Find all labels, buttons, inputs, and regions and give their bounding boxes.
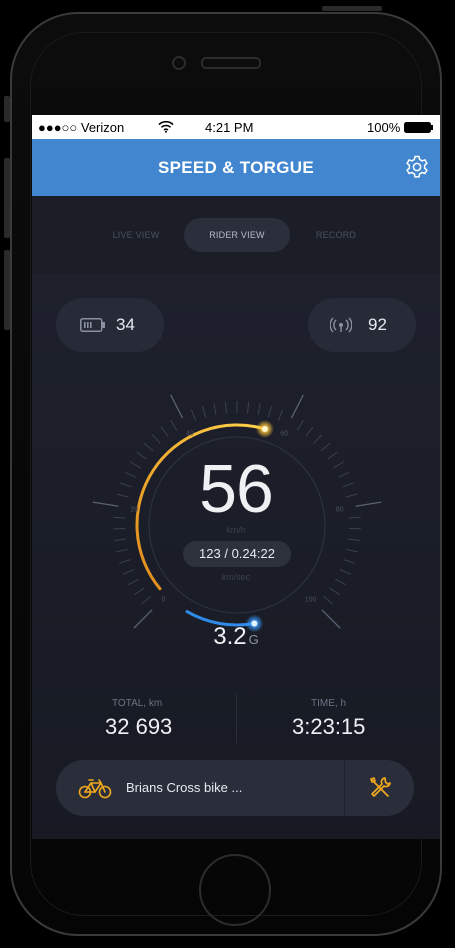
- gauge-minor-tick: [190, 409, 197, 422]
- gauge-minor-tick: [322, 596, 333, 605]
- gauge-major-tick: [170, 394, 184, 419]
- gauge-minor-tick: [213, 403, 217, 416]
- signal-pill[interactable]: 92: [308, 298, 416, 352]
- gauge-minor-tick: [224, 401, 227, 414]
- stats-divider: [236, 693, 237, 743]
- status-bar: ●●●○○ Verizon 4:21 PM 100%: [32, 115, 440, 139]
- gauge-minor-tick: [267, 405, 273, 418]
- gauge-minor-tick: [257, 403, 261, 416]
- gauge-minor-tick: [141, 596, 152, 605]
- battery-percent: 100%: [367, 120, 401, 135]
- gauge-major-tick: [290, 394, 304, 419]
- gauge-minor-tick: [329, 587, 340, 596]
- gauge-minor-tick: [343, 559, 356, 564]
- speed-indicator: [261, 425, 268, 432]
- battery-value: 34: [116, 315, 135, 334]
- distance-time-readout: 123 / 0.24:22: [183, 541, 291, 567]
- carrier-label: ●●●○○ Verizon: [38, 120, 125, 135]
- total-time-value: 3:23:15: [292, 714, 366, 739]
- bike-name: Brians Cross bike ...: [126, 780, 243, 795]
- gauge-minor-tick: [348, 538, 361, 542]
- gauge-minor-tick: [296, 420, 304, 431]
- gauge-minor-tick: [346, 548, 359, 553]
- total-distance-label: TOTAL, km: [112, 698, 163, 709]
- page-title: SPEED & TORGUE: [158, 158, 314, 177]
- signal-value: 92: [368, 315, 387, 334]
- battery-pill[interactable]: 34: [56, 298, 164, 352]
- tab-live-view[interactable]: LIVE VIEW: [98, 218, 174, 252]
- wrench-screwdriver-icon[interactable]: [368, 776, 392, 800]
- bike-selector[interactable]: Brians Cross bike ...: [56, 760, 414, 816]
- home-button[interactable]: [199, 854, 271, 926]
- signal-icon: [330, 317, 352, 333]
- bicycle-icon: [78, 779, 112, 799]
- battery-status-icon: [404, 122, 433, 133]
- tab-record[interactable]: RECORD: [298, 218, 374, 252]
- wifi-icon: [158, 120, 174, 133]
- volume-down-button: [4, 250, 10, 330]
- gauge-tick-label: 0: [162, 597, 166, 604]
- gauge-minor-tick: [134, 587, 145, 596]
- gauge-minor-tick: [115, 548, 128, 553]
- gauge-minor-tick: [151, 434, 161, 444]
- gauge-minor-tick: [313, 434, 323, 444]
- total-time-label: TIME, h: [311, 698, 347, 709]
- app-screen: ●●●○○ Verizon 4:21 PM 100% SPEED & TORGU…: [32, 115, 440, 839]
- volume-up-button: [4, 158, 10, 238]
- g-force-value: 3.2: [213, 623, 247, 650]
- g-force-readout: 3.2 G: [32, 623, 440, 651]
- speed-unit: km/h: [226, 525, 246, 535]
- mute-switch: [4, 96, 10, 122]
- tab-rider-view[interactable]: RIDER VIEW: [184, 218, 290, 252]
- gauge-minor-tick: [118, 559, 131, 564]
- gauge-tick-label: 40: [186, 430, 194, 437]
- gauge-minor-tick: [277, 409, 284, 422]
- clock: 4:21 PM: [205, 120, 254, 135]
- total-distance-value: 32 693: [105, 714, 173, 739]
- gear-icon[interactable]: [404, 154, 430, 180]
- gauge-minor-tick: [247, 401, 250, 414]
- gauge-tick-label: 100: [305, 597, 317, 604]
- battery-icon: [80, 318, 105, 332]
- gauge-minor-tick: [170, 420, 178, 431]
- front-camera: [172, 56, 186, 70]
- bike-bar-divider: [344, 760, 345, 816]
- view-tabs: LIVE VIEW RIDER VIEW RECORD: [32, 196, 440, 274]
- g-force-unit: G: [248, 632, 259, 647]
- gauge-minor-tick: [201, 405, 207, 418]
- speed-value: 56: [199, 451, 274, 527]
- earpiece-speaker: [201, 57, 261, 69]
- gauge-tick-label: 60: [280, 430, 288, 437]
- distance-unit: km/sec: [221, 572, 251, 582]
- gauge-minor-tick: [160, 426, 169, 437]
- nav-bar: SPEED & TORGUE: [32, 139, 440, 196]
- gauge-minor-tick: [305, 426, 314, 437]
- gauge-minor-tick: [113, 538, 126, 542]
- power-button: [322, 6, 382, 11]
